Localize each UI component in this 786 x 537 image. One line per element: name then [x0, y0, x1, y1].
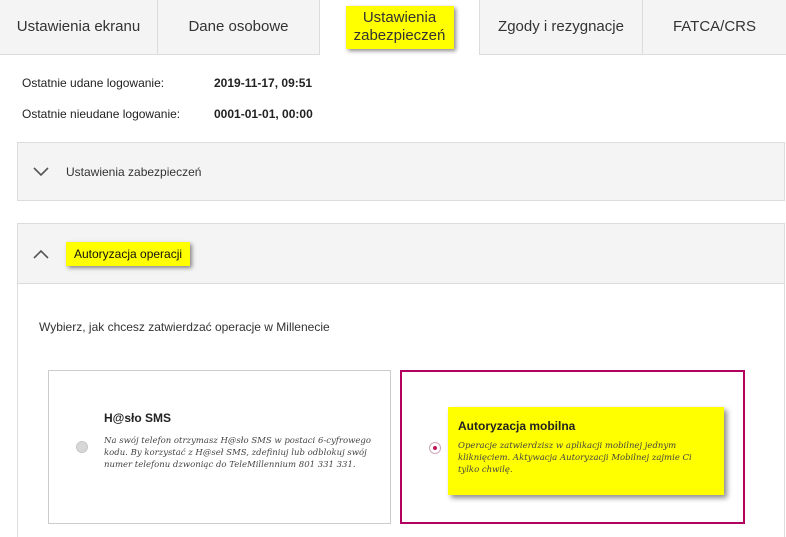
tab-fatca-crs[interactable]: FATCA/CRS: [643, 0, 786, 54]
authorization-intro-text: Wybierz, jak chcesz zatwierdzać operacje…: [39, 320, 330, 334]
tab-label: Dane osobowe: [188, 18, 289, 35]
option-description: Na swój telefon otrzymasz H@sło SMS w po…: [104, 436, 371, 470]
tab-label: Zgody i rezygnacje: [498, 18, 624, 35]
tab-screen-settings[interactable]: Ustawienia ekranu: [0, 0, 158, 54]
chevron-up-icon: [32, 245, 50, 263]
tab-personal-data[interactable]: Dane osobowe: [158, 0, 320, 54]
option-mobile-content: Autoryzacja mobilna Operacje zatwierdzis…: [448, 407, 724, 495]
tab-label: Ustawienia ekranu: [16, 18, 141, 35]
accordion-title: Ustawienia zabezpieczeń: [66, 164, 202, 179]
accordion-security-settings: Ustawienia zabezpieczeń: [17, 142, 785, 201]
option-sms-content: H@sło SMS Na swój telefon otrzymasz H@sł…: [104, 411, 376, 471]
last-success-login-label: Ostatnie udane logowanie:: [22, 76, 165, 90]
tab-security-settings[interactable]: Ustawienia zabezpieczeń: [320, 0, 480, 55]
accordion-header-operation-authorization[interactable]: Autoryzacja operacji: [18, 224, 784, 283]
option-description: Operacje zatwierdzisz w aplikacji mobiln…: [458, 441, 692, 475]
option-sms-password[interactable]: H@sło SMS Na swój telefon otrzymasz H@sł…: [48, 370, 391, 524]
option-mobile-authorization[interactable]: Autoryzacja mobilna Operacje zatwierdzis…: [400, 370, 745, 524]
accordion-header-security-settings[interactable]: Ustawienia zabezpieczeń: [18, 143, 784, 200]
last-failed-login-label: Ostatnie nieudane logowanie:: [22, 107, 181, 121]
radio-mobile-authorization[interactable]: [429, 442, 441, 454]
accordion-title: Autoryzacja operacji: [66, 241, 191, 266]
tab-label: Ustawienia zabezpieczeń: [345, 6, 454, 49]
chevron-down-icon: [32, 163, 50, 181]
accordion-operation-authorization: Autoryzacja operacji: [17, 223, 785, 284]
last-success-login-row: Ostatnie udane logowanie: 2019-11-17, 09…: [22, 76, 312, 90]
tab-label: FATCA/CRS: [672, 18, 757, 35]
tab-consents[interactable]: Zgody i rezygnacje: [480, 0, 643, 54]
last-failed-login-row: Ostatnie nieudane logowanie: 0001-01-01,…: [22, 107, 313, 121]
option-title: H@sło SMS: [104, 411, 172, 425]
tab-bar: Ustawienia ekranu Dane osobowe Ustawieni…: [0, 0, 786, 55]
radio-sms-password[interactable]: [76, 441, 88, 453]
last-success-login-value: 2019-11-17, 09:51: [214, 76, 313, 90]
accordion-body-operation-authorization: Wybierz, jak chcesz zatwierdzać operacje…: [17, 283, 785, 537]
option-title: Autoryzacja mobilna: [458, 419, 576, 433]
last-failed-login-value: 0001-01-01, 00:00: [214, 107, 313, 121]
